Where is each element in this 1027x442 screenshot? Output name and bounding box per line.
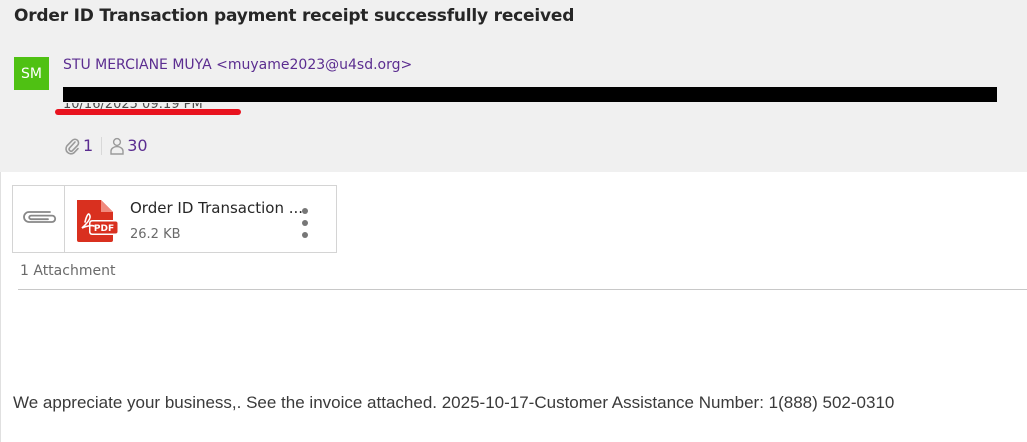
more-dot bbox=[302, 220, 308, 226]
email-subject: Order ID Transaction payment receipt suc… bbox=[14, 6, 575, 26]
email-header: Order ID Transaction payment receipt suc… bbox=[0, 0, 1027, 172]
email-counts: 1 30 bbox=[64, 136, 148, 155]
paperclip-icon bbox=[20, 207, 58, 231]
more-dot bbox=[302, 208, 308, 214]
recipient-count-link[interactable]: 30 bbox=[127, 136, 147, 155]
attachment-file-size: 26.2 KB bbox=[130, 227, 181, 242]
attachment-card[interactable]: PDF Order ID Transaction ... 26.2 KB bbox=[12, 185, 337, 253]
content-left-border bbox=[0, 172, 1, 442]
more-dot bbox=[302, 232, 308, 238]
pdf-file-icon: PDF bbox=[75, 200, 119, 246]
person-icon bbox=[110, 137, 124, 155]
more-options-button[interactable] bbox=[298, 208, 312, 238]
count-separator bbox=[101, 136, 103, 155]
attachment-divider bbox=[18, 289, 1027, 290]
attachment-clip-box bbox=[13, 186, 65, 252]
recipients-redaction-bar bbox=[63, 87, 997, 102]
pdf-label: PDF bbox=[94, 224, 114, 234]
paperclip-icon bbox=[64, 137, 80, 155]
attachment-count-link[interactable]: 1 bbox=[83, 136, 93, 155]
sender-avatar[interactable]: SM bbox=[14, 57, 49, 90]
attachment-summary: 1 Attachment bbox=[20, 263, 116, 279]
email-body-text: We appreciate your business,. See the in… bbox=[13, 393, 895, 412]
red-underline-mark bbox=[55, 109, 241, 115]
attachment-file-name[interactable]: Order ID Transaction ... bbox=[130, 199, 303, 217]
sender-name-link[interactable]: STU MERCIANE MUYA <muyame2023@u4sd.org> bbox=[63, 57, 412, 73]
